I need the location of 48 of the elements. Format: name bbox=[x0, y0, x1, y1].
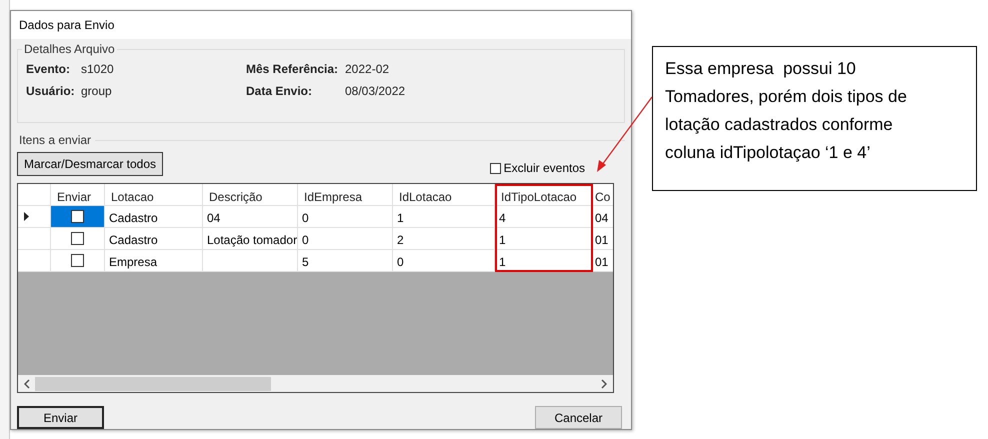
current-row-icon bbox=[24, 212, 29, 221]
column-header[interactable]: Co bbox=[593, 184, 613, 206]
table-cell: 0 bbox=[298, 228, 393, 250]
table-cell: Cadastro bbox=[105, 206, 203, 228]
column-header[interactable]: Descrição bbox=[203, 184, 298, 206]
column-header[interactable]: IdTipoLotacao bbox=[495, 184, 593, 206]
field-value: 08/03/2022 bbox=[345, 84, 406, 98]
column-header[interactable]: IdLotacao bbox=[393, 184, 495, 206]
table-cell: 4 bbox=[495, 206, 593, 228]
window-title: Dados para Envio bbox=[19, 18, 114, 32]
header-corner bbox=[18, 184, 51, 206]
field-value: s1020 bbox=[81, 62, 114, 76]
table-cell: Lotação tomador bbox=[203, 228, 298, 250]
field-value: group bbox=[81, 84, 112, 98]
field-label: Usuário: bbox=[26, 84, 76, 98]
table-cell: 2 bbox=[393, 228, 495, 250]
table-cell: 01 bbox=[593, 250, 613, 272]
field-value: 2022-02 bbox=[345, 62, 390, 76]
table-cell: 0 bbox=[298, 206, 393, 228]
table-cell: 1 bbox=[393, 206, 495, 228]
table-cell: 5 bbox=[298, 250, 393, 272]
table-cell: 04 bbox=[593, 206, 613, 228]
scroll-right-icon[interactable] bbox=[601, 378, 607, 388]
table-cell: 01 bbox=[593, 228, 613, 250]
exclude-checkbox[interactable]: Excluir eventos bbox=[490, 161, 585, 175]
checkbox-cell[interactable] bbox=[51, 228, 105, 250]
field-label: Data Envio: bbox=[246, 84, 314, 98]
table-cell: 04 bbox=[203, 206, 298, 228]
table-cell: 1 bbox=[495, 250, 593, 272]
column-header[interactable]: Lotacao bbox=[105, 184, 203, 206]
callout-note: Essa empresa possui 10 Tomadores, porém dois tipos de lotação cadastrados conforme coluna idTipolotaçao ‘1 e 4’ bbox=[652, 46, 977, 191]
table-cell: 1 bbox=[495, 228, 593, 250]
table-cell: Cadastro bbox=[105, 228, 203, 250]
horizontal-scrollbar[interactable] bbox=[18, 375, 613, 392]
checkbox-cell[interactable] bbox=[51, 250, 105, 272]
cancel-button[interactable]: Cancelar bbox=[535, 406, 622, 429]
field-label: Evento: bbox=[26, 62, 72, 76]
scroll-thumb[interactable] bbox=[35, 376, 271, 390]
table-cell: 0 bbox=[393, 250, 495, 272]
group-title: Detalhes Arquivo bbox=[22, 42, 117, 56]
send-button[interactable]: Enviar bbox=[17, 406, 104, 429]
group-title: Itens a enviar bbox=[18, 133, 92, 147]
checkbox-cell[interactable] bbox=[51, 206, 105, 228]
select-all-button[interactable]: Marcar/Desmarcar todos bbox=[17, 152, 163, 176]
column-header[interactable]: IdEmpresa bbox=[298, 184, 393, 206]
table-cell: Empresa bbox=[105, 250, 203, 272]
field-label: Mês Referência: bbox=[246, 62, 340, 76]
scroll-left-icon[interactable] bbox=[24, 378, 30, 388]
